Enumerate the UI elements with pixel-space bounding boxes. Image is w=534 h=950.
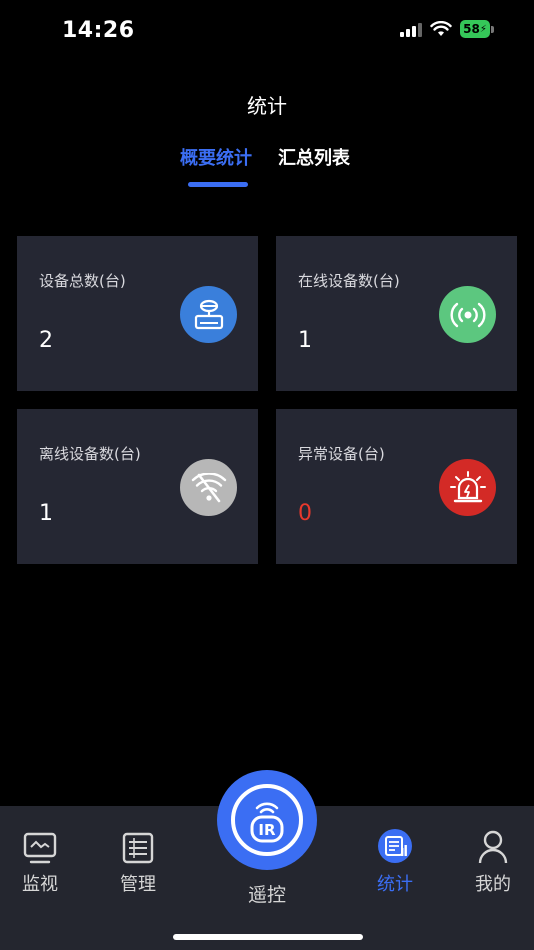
tabbar-label: 统计 xyxy=(377,874,413,895)
card-label: 在线设备数(台) xyxy=(298,272,400,290)
stats-icon xyxy=(360,826,430,864)
online-signal-icon xyxy=(439,286,496,343)
card-value: 1 xyxy=(39,501,53,526)
tab-active-indicator xyxy=(188,182,248,187)
wifi-off-icon xyxy=(180,459,237,516)
ir-badge-text: IR xyxy=(258,821,276,839)
tabbar-item-profile[interactable]: 我的 xyxy=(458,826,528,896)
device-icon xyxy=(180,286,237,343)
card-abnormal-devices[interactable]: 异常设备(台) 0 xyxy=(276,409,517,564)
ir-remote-icon: IR xyxy=(231,784,303,856)
card-online-devices[interactable]: 在线设备数(台) 1 xyxy=(276,236,517,391)
card-label: 异常设备(台) xyxy=(298,445,385,463)
tabbar-label: 我的 xyxy=(475,874,511,895)
alarm-icon xyxy=(439,459,496,516)
card-value: 2 xyxy=(39,328,53,353)
tabbar-label-remote: 遥控 xyxy=(247,884,286,906)
profile-icon xyxy=(458,826,528,864)
card-value: 1 xyxy=(298,328,312,353)
page-title: 统计 xyxy=(247,94,287,118)
tabbar-item-manage[interactable]: 管理 xyxy=(103,826,173,896)
tabbar-item-monitor[interactable]: 监视 xyxy=(5,826,75,896)
status-time: 14:26 xyxy=(62,18,135,43)
tabbar-label: 管理 xyxy=(120,874,156,895)
card-label: 离线设备数(台) xyxy=(39,445,141,463)
card-label: 设备总数(台) xyxy=(39,272,126,290)
tabbar-label: 监视 xyxy=(22,874,58,895)
tab-summary-list[interactable]: 汇总列表 xyxy=(278,144,350,170)
tabbar-item-stats[interactable]: 统计 xyxy=(360,826,430,896)
card-value: 0 xyxy=(298,501,312,526)
status-icons: 58 ⚡ xyxy=(400,20,494,38)
battery-level: 58 xyxy=(463,22,480,36)
home-indicator xyxy=(173,934,363,940)
wifi-icon xyxy=(430,21,452,36)
card-offline-devices[interactable]: 离线设备数(台) 1 xyxy=(17,409,258,564)
manage-icon xyxy=(103,826,173,864)
battery-icon: 58 ⚡ xyxy=(460,20,494,38)
remote-control-button[interactable]: IR xyxy=(217,770,317,870)
monitor-icon xyxy=(5,826,75,864)
segment-tabs: 概要统计 汇总列表 xyxy=(0,144,534,192)
card-total-devices[interactable]: 设备总数(台) 2 xyxy=(17,236,258,391)
cellular-signal-icon xyxy=(400,21,422,37)
tab-summary-stats[interactable]: 概要统计 xyxy=(180,144,252,170)
